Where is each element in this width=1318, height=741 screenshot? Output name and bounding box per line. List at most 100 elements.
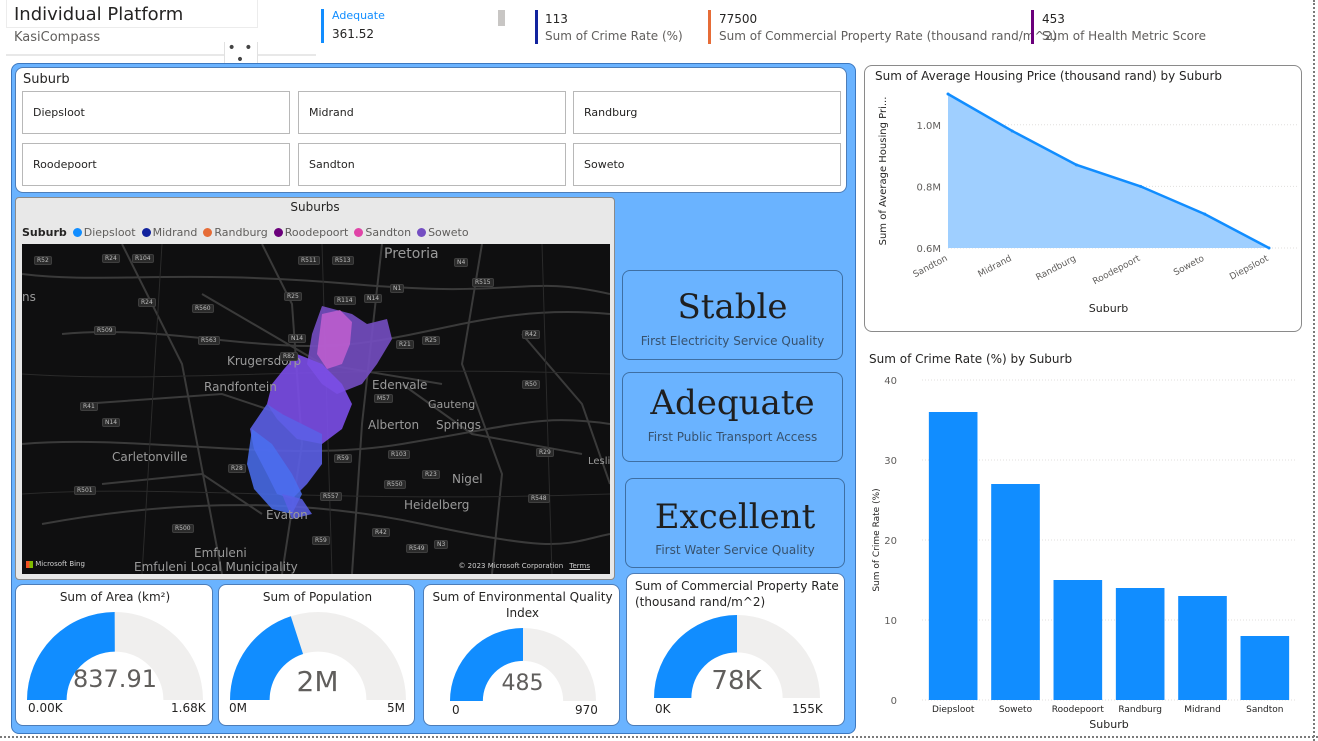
gauge-environment: Sum of Environmental Quality Index 485 0… [423, 584, 620, 726]
legend-item[interactable]: Midrand [141, 226, 198, 239]
gauge-commercial: Sum of Commercial Property Rate (thousan… [626, 573, 845, 726]
map-place-label: Alberton [368, 418, 420, 432]
legend-item[interactable]: Diepsloot [72, 226, 136, 239]
road-marker: R23 [422, 470, 440, 479]
map-canvas[interactable]: Pretoria Krugersdorp Randfontein Edenval… [22, 244, 610, 574]
road-marker: R515 [472, 278, 494, 287]
map-place-label: Springs [436, 418, 481, 432]
road-marker: R550 [384, 480, 406, 489]
crime-rate-chart[interactable]: 0 10 20 30 40 Diepsloot Soweto Roodepoort Randbu… [864, 368, 1304, 734]
legend-label: Midrand [152, 226, 198, 239]
housing-price-chart[interactable]: 0.6M 0.8M 1.0M Sandton Midrand Randburg Roodep… [864, 86, 1302, 326]
map-place-label: Gauteng [428, 398, 476, 411]
slicer-tile-roodepoort[interactable]: Roodepoort [22, 143, 290, 186]
y-tick-label: 1.0M [916, 121, 941, 132]
data-point [1010, 129, 1014, 133]
x-tick-label: Roodepoort [1091, 254, 1142, 287]
report-subtitle: KasiCompass [14, 30, 101, 45]
x-tick-label: Diepsloot [932, 705, 975, 715]
slicer-tile-soweto[interactable]: Soweto [573, 143, 841, 186]
kpi-value: Adequate [332, 9, 385, 22]
map-place-label: Randfontein [204, 380, 277, 394]
legend-item[interactable]: Randburg [203, 226, 268, 239]
housing-price-chart-title: Sum of Average Housing Price (thousand r… [875, 69, 1222, 83]
kpi-accent-bar [535, 10, 538, 44]
road-marker: N14 [288, 334, 307, 343]
map-place-label: Nigel [452, 472, 483, 486]
x-tick-label: Sandton [912, 254, 950, 280]
y-axis-title: Sum of Crime Rate (%) [872, 488, 882, 591]
map-place-label: ns [22, 290, 36, 304]
road-marker: R50 [522, 380, 540, 389]
map-place-label: Emfuleni Local Municipality [134, 560, 298, 574]
copyright-text: © 2023 Microsoft Corporation [458, 562, 564, 570]
road-marker: R511 [298, 256, 320, 265]
card-label: First Water Service Quality [655, 543, 815, 557]
card-value: Adequate [650, 383, 815, 423]
microsoft-logo-icon [26, 560, 33, 568]
y-tick-label: 10 [884, 616, 897, 627]
legend-item[interactable]: Roodepoort [273, 226, 349, 239]
road-marker: R42 [522, 330, 540, 339]
y-tick-label: 20 [884, 536, 897, 547]
legend-label: Sandton [365, 226, 412, 239]
kpi-scrollbar[interactable] [498, 10, 505, 26]
map-title: Suburbs [290, 200, 340, 214]
map-place-label: Pretoria [384, 246, 439, 262]
y-tick-label: 0 [891, 696, 897, 707]
slicer-tile-midrand[interactable]: Midrand [298, 91, 566, 134]
y-tick-label: 40 [884, 376, 897, 387]
road-marker: R59 [312, 536, 330, 545]
y-tick-label: 30 [884, 456, 897, 467]
road-marker: R557 [320, 492, 342, 501]
gauge-max: 970 [575, 703, 598, 717]
road-marker: R41 [80, 402, 98, 411]
road-marker: R25 [284, 292, 302, 301]
legend-label: Roodepoort [284, 226, 349, 239]
gauge-max: 5M [387, 701, 405, 715]
gauge-min: 0M [229, 701, 247, 715]
road-marker: R28 [228, 464, 246, 473]
x-tick-label: Sandton [1246, 705, 1283, 715]
road-marker: R59 [334, 454, 352, 463]
bar [1178, 596, 1227, 700]
more-options-button[interactable]: • • • [224, 41, 258, 67]
y-tick-label: 0.6M [916, 244, 941, 255]
slicer-tile-diepsloot[interactable]: Diepsloot [22, 91, 290, 134]
x-tick-label: Midrand [1184, 705, 1221, 715]
bar [1053, 580, 1103, 700]
data-point [1074, 163, 1078, 167]
legend-label: Soweto [428, 226, 469, 239]
road-marker: R549 [406, 544, 428, 553]
terms-link[interactable]: Terms [569, 562, 590, 570]
road-marker: M57 [374, 394, 393, 403]
slicer-tile-sandton[interactable]: Sandton [298, 143, 566, 186]
legend-dot [203, 228, 213, 237]
road-marker: R21 [396, 340, 414, 349]
kpi-value: 77500 [719, 12, 758, 26]
map-place-label: Carletonville [112, 450, 188, 464]
road-marker: N1 [390, 284, 405, 293]
road-marker: R560 [192, 304, 214, 313]
legend-item[interactable]: Soweto [417, 226, 469, 239]
card-label: First Public Transport Access [647, 430, 818, 444]
legend-dot [72, 228, 82, 237]
road-marker: N14 [102, 418, 121, 427]
road-marker: R548 [528, 494, 550, 503]
slicer-title: Suburb [23, 72, 70, 87]
x-tick-label: Randburg [1118, 705, 1162, 715]
road-marker: R24 [102, 254, 120, 263]
legend-dot [354, 228, 364, 237]
legend-title: Suburb [22, 226, 67, 239]
legend-item[interactable]: Sandton [354, 226, 411, 239]
slicer-tile-randburg[interactable]: Randburg [573, 91, 841, 134]
road-marker: N4 [454, 258, 469, 267]
card-electricity: Stable First Electricity Service Quality [622, 270, 843, 360]
bing-logo: Microsoft Bing [26, 560, 85, 568]
report-canvas: Individual Platform KasiCompass • • • Ad… [0, 0, 1318, 741]
gauge-title: Sum of Area (km²) [59, 590, 171, 604]
map-copyright: © 2023 Microsoft Corporation Terms [458, 562, 590, 570]
x-tick-label: Midrand [977, 254, 1014, 280]
bar [1115, 588, 1165, 700]
bing-label: Microsoft Bing [35, 560, 85, 568]
